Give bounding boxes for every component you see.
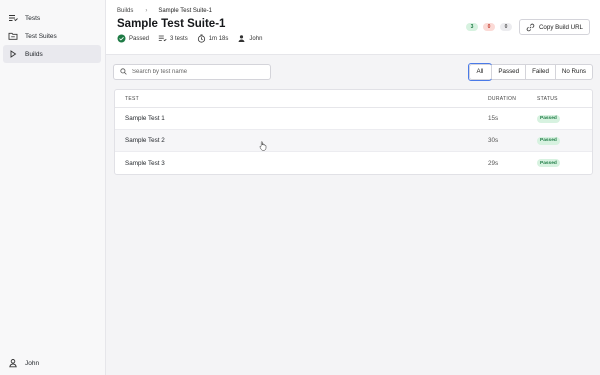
- link-icon: [526, 23, 535, 32]
- test-name: Sample Test 3: [125, 159, 165, 167]
- test-status: Passed: [537, 114, 592, 123]
- status-badge: Passed: [537, 136, 560, 145]
- user-name: John: [25, 359, 40, 367]
- table-toolbar: All Passed Failed No Runs: [113, 62, 593, 81]
- search-box[interactable]: [113, 63, 271, 80]
- breadcrumb: Builds › Sample Test Suite-1: [117, 8, 590, 14]
- status-filter-group: All Passed Failed No Runs: [467, 62, 593, 81]
- user-icon: [237, 34, 246, 43]
- sidebar-nav: Tests Test Suites Builds: [0, 9, 105, 63]
- sidebar-item-builds[interactable]: Builds: [3, 45, 101, 63]
- sidebar: Tests Test Suites Builds John: [0, 0, 106, 375]
- test-duration: 29s: [488, 159, 499, 167]
- status-badge: Passed: [537, 114, 560, 123]
- play-icon: [8, 49, 18, 59]
- folder-icon: [8, 31, 18, 41]
- header-actions: 3 0 0 Copy Build URL: [461, 19, 590, 35]
- filter-failed[interactable]: Failed: [525, 64, 555, 79]
- build-test-count-label: 3 tests: [170, 35, 188, 42]
- timer-icon: [197, 34, 206, 43]
- no-runs-count-badge: 0: [499, 23, 512, 31]
- user-icon: [8, 358, 18, 368]
- list-icon: [158, 34, 167, 43]
- sidebar-item-test-suites[interactable]: Test Suites: [3, 27, 101, 45]
- tests-panel: All Passed Failed No Runs TEST DURATION …: [106, 55, 600, 175]
- sidebar-item-label: Tests: [25, 14, 41, 22]
- check-circle-icon: [117, 34, 126, 43]
- sidebar-user[interactable]: John: [0, 354, 105, 372]
- build-user-label: John: [249, 35, 263, 42]
- column-header-duration[interactable]: DURATION: [488, 96, 537, 102]
- copy-build-url-button[interactable]: Copy Build URL: [518, 19, 590, 35]
- build-status: Passed: [117, 34, 149, 43]
- breadcrumb-separator: ›: [145, 8, 148, 14]
- filter-no-runs[interactable]: No Runs: [554, 64, 592, 79]
- copy-build-url-label: Copy Build URL: [538, 23, 583, 31]
- status-badge: Passed: [537, 159, 560, 168]
- table-row[interactable]: Sample Test 3 29s Passed: [115, 152, 592, 174]
- build-duration-label: 1m 18s: [208, 35, 229, 42]
- sidebar-item-label: Test Suites: [25, 32, 57, 40]
- test-status: Passed: [537, 136, 592, 145]
- build-test-count: 3 tests: [158, 34, 188, 43]
- sidebar-item-label: Builds: [25, 50, 43, 58]
- column-header-test[interactable]: TEST: [115, 96, 488, 102]
- build-status-label: Passed: [129, 35, 150, 42]
- sidebar-item-tests[interactable]: Tests: [3, 9, 101, 27]
- test-name: Sample Test 2: [125, 137, 165, 144]
- build-user: John: [237, 34, 262, 43]
- filter-all[interactable]: All: [467, 62, 493, 81]
- table-header: TEST DURATION STATUS: [115, 90, 592, 108]
- column-header-status[interactable]: STATUS: [537, 96, 592, 102]
- filter-passed[interactable]: Passed: [491, 64, 525, 79]
- table-row[interactable]: Sample Test 2 30s Passed: [115, 130, 592, 152]
- passed-count-badge: 3: [465, 23, 478, 31]
- breadcrumb-builds[interactable]: Builds: [117, 8, 133, 14]
- test-status: Passed: [537, 159, 592, 168]
- mouse-cursor-icon: [259, 141, 267, 151]
- table-row[interactable]: Sample Test 1 15s Passed: [115, 108, 592, 130]
- page-header: Builds › Sample Test Suite-1 Sample Test…: [106, 0, 600, 55]
- app-root: Tests Test Suites Builds John Builds › S…: [0, 0, 600, 375]
- test-name: Sample Test 1: [125, 115, 165, 122]
- build-meta: Passed 3 tests 1m 18s John: [117, 34, 590, 43]
- test-duration: 30s: [488, 137, 499, 144]
- list-icon: [8, 13, 18, 23]
- breadcrumb-current: Sample Test Suite-1: [158, 8, 212, 14]
- build-duration: 1m 18s: [197, 34, 229, 43]
- failed-count-badge: 0: [482, 23, 495, 31]
- search-input[interactable]: [132, 68, 262, 75]
- main-content: Builds › Sample Test Suite-1 Sample Test…: [106, 0, 600, 375]
- test-duration: 15s: [488, 115, 499, 122]
- search-icon: [120, 68, 127, 75]
- tests-table: TEST DURATION STATUS Sample Test 1 15s P…: [114, 89, 593, 175]
